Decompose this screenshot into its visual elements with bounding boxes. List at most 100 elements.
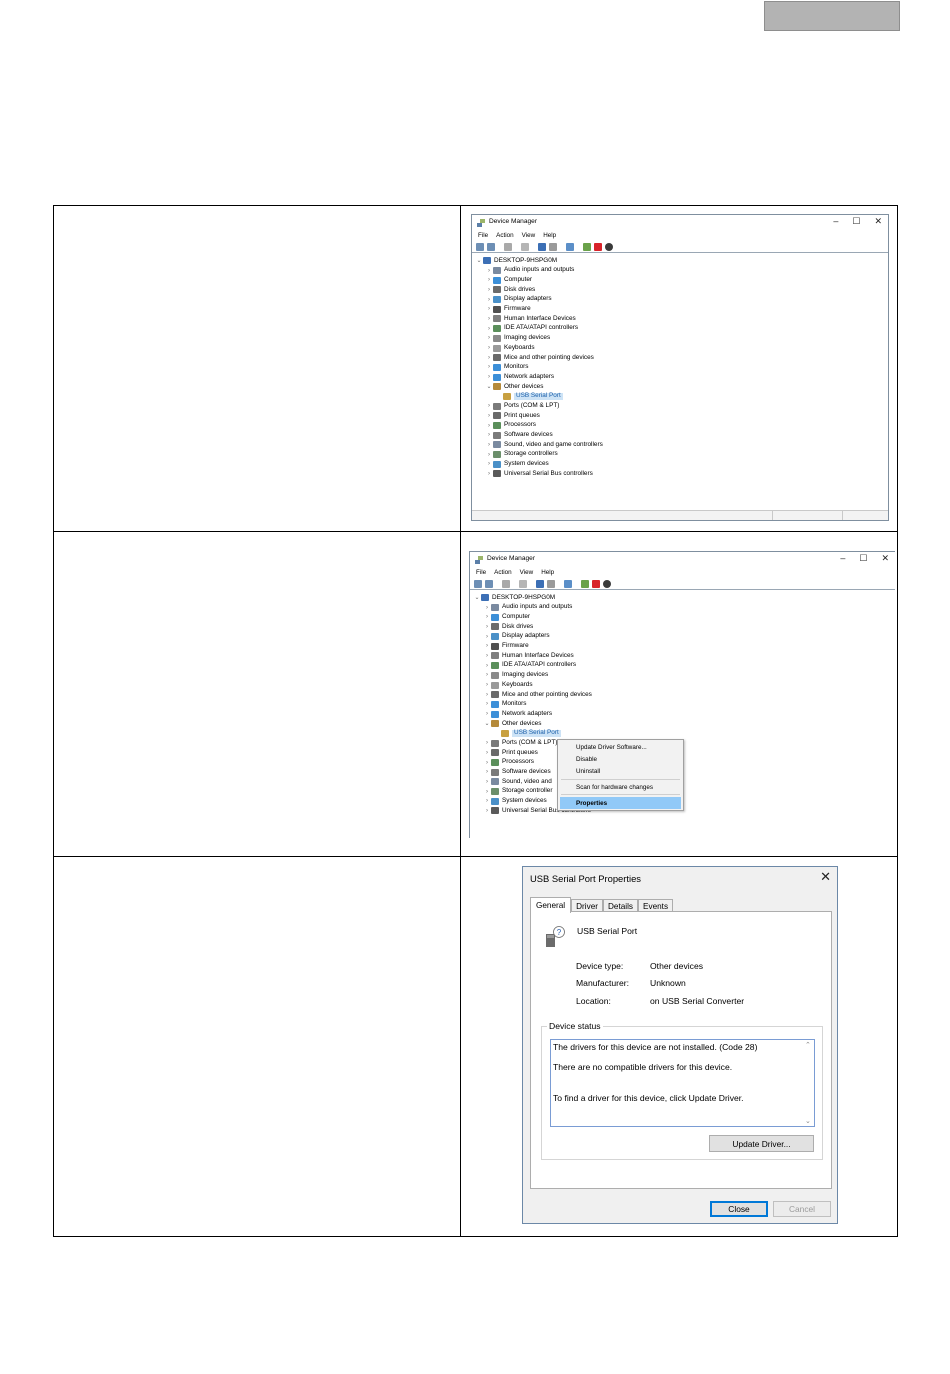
chevron-right-icon[interactable]: › bbox=[483, 740, 491, 746]
tree-category[interactable]: › Imaging devices bbox=[475, 334, 888, 344]
update-driver-icon[interactable] bbox=[581, 580, 589, 588]
minimize-icon[interactable]: – bbox=[833, 217, 838, 226]
chevron-right-icon[interactable]: › bbox=[485, 364, 493, 370]
chevron-right-icon[interactable]: › bbox=[485, 345, 493, 351]
menu-item-update-driver[interactable]: Update Driver Software... bbox=[576, 744, 647, 751]
chevron-right-icon[interactable]: › bbox=[485, 287, 493, 293]
chevron-right-icon[interactable]: › bbox=[483, 643, 491, 649]
menu-action[interactable]: Action bbox=[496, 232, 514, 239]
chevron-right-icon[interactable]: › bbox=[483, 779, 491, 785]
tree-category[interactable]: ⌄ Other devices bbox=[473, 719, 895, 729]
tree-category[interactable]: › Print queues bbox=[473, 748, 895, 758]
tree-category[interactable]: › Audio inputs and outputs bbox=[473, 603, 895, 613]
scan-hardware-icon[interactable] bbox=[564, 580, 572, 588]
cancel-button[interactable]: Cancel bbox=[773, 1201, 831, 1217]
forward-icon[interactable] bbox=[487, 243, 495, 251]
help-icon[interactable] bbox=[538, 243, 546, 251]
close-icon[interactable]: ✕ bbox=[820, 869, 831, 885]
chevron-right-icon[interactable]: › bbox=[483, 798, 491, 804]
tree-category[interactable]: › Print queues bbox=[475, 411, 888, 421]
tree-category[interactable]: › Computer bbox=[473, 612, 895, 622]
menu-help[interactable]: Help bbox=[543, 232, 556, 239]
tree-item-usb-serial-port[interactable]: USB Serial Port bbox=[475, 392, 888, 402]
tree-category[interactable]: › Universal Serial Bus controllers bbox=[473, 806, 895, 816]
tree-category[interactable]: › Software devices bbox=[475, 430, 888, 440]
chevron-right-icon[interactable]: › bbox=[485, 471, 493, 477]
scan-hardware-icon[interactable] bbox=[566, 243, 574, 251]
tree-category[interactable]: › IDE ATA/ATAPI controllers bbox=[473, 661, 895, 671]
tree-category[interactable]: ⌄ Other devices bbox=[475, 382, 888, 392]
chevron-right-icon[interactable]: › bbox=[485, 326, 493, 332]
menu-help[interactable]: Help bbox=[541, 569, 554, 576]
tree-category[interactable]: › Software devices bbox=[473, 767, 895, 777]
chevron-right-icon[interactable]: › bbox=[483, 769, 491, 775]
chevron-down-icon[interactable]: ⌄ bbox=[475, 258, 483, 264]
tab-general[interactable]: General bbox=[530, 897, 572, 913]
chevron-right-icon[interactable]: › bbox=[483, 701, 491, 707]
chevron-right-icon[interactable]: › bbox=[485, 461, 493, 467]
tree-category[interactable]: › Network adapters bbox=[473, 709, 895, 719]
tree-category[interactable]: › Keyboards bbox=[475, 343, 888, 353]
chevron-right-icon[interactable]: › bbox=[483, 614, 491, 620]
close-icon[interactable]: ✕ bbox=[874, 217, 882, 226]
device-status-text[interactable]: The drivers for this device are not inst… bbox=[550, 1039, 815, 1127]
forward-icon[interactable] bbox=[485, 580, 493, 588]
tree-category[interactable]: › Sound, video and game controllers bbox=[475, 440, 888, 450]
chevron-right-icon[interactable]: › bbox=[483, 750, 491, 756]
download-icon[interactable] bbox=[605, 243, 613, 251]
menu-action[interactable]: Action bbox=[494, 569, 512, 576]
tree-category[interactable]: › Display adapters bbox=[475, 295, 888, 305]
chevron-right-icon[interactable]: › bbox=[483, 808, 491, 814]
minimize-icon[interactable]: – bbox=[840, 554, 845, 563]
download-icon[interactable] bbox=[603, 580, 611, 588]
tree-category[interactable]: › Processors bbox=[475, 421, 888, 431]
tree-category[interactable]: › Ports (COM & LPT) bbox=[475, 401, 888, 411]
chevron-right-icon[interactable]: › bbox=[483, 624, 491, 630]
chevron-right-icon[interactable]: › bbox=[483, 682, 491, 688]
tree-category[interactable]: › System devices bbox=[473, 796, 895, 806]
chevron-right-icon[interactable]: › bbox=[485, 316, 493, 322]
tree-category[interactable]: › Imaging devices bbox=[473, 671, 895, 681]
tree-category[interactable]: › Human Interface Devices bbox=[473, 651, 895, 661]
chevron-right-icon[interactable]: › bbox=[483, 789, 491, 795]
tree-category[interactable]: › Firmware bbox=[475, 304, 888, 314]
menu-view[interactable]: View bbox=[520, 569, 534, 576]
chevron-right-icon[interactable]: › bbox=[483, 605, 491, 611]
close-button[interactable]: Close bbox=[710, 1201, 768, 1217]
tree-category[interactable]: › Mice and other pointing devices bbox=[473, 690, 895, 700]
tree-category[interactable]: › Universal Serial Bus controllers bbox=[475, 469, 888, 479]
tree-category[interactable]: › Storage controllers bbox=[475, 450, 888, 460]
show-hide-console-icon[interactable] bbox=[504, 243, 512, 251]
chevron-right-icon[interactable]: › bbox=[485, 297, 493, 303]
tree-category[interactable]: › Mice and other pointing devices bbox=[475, 353, 888, 363]
chevron-right-icon[interactable]: › bbox=[483, 653, 491, 659]
chevron-right-icon[interactable]: › bbox=[485, 403, 493, 409]
tree-category[interactable]: › IDE ATA/ATAPI controllers bbox=[475, 324, 888, 334]
chevron-right-icon[interactable]: › bbox=[483, 711, 491, 717]
maximize-icon[interactable]: ☐ bbox=[852, 217, 860, 226]
chevron-right-icon[interactable]: › bbox=[483, 634, 491, 640]
chevron-right-icon[interactable]: › bbox=[483, 692, 491, 698]
tree-category[interactable]: › Computer bbox=[475, 275, 888, 285]
properties-icon[interactable] bbox=[521, 243, 529, 251]
menu-item-disable[interactable]: Disable bbox=[576, 756, 597, 763]
uninstall-icon[interactable] bbox=[594, 243, 602, 251]
tree-category[interactable]: › Ports (COM & LPT) bbox=[473, 738, 895, 748]
view-icon[interactable] bbox=[547, 580, 555, 588]
tree-category[interactable]: › Monitors bbox=[475, 363, 888, 373]
chevron-right-icon[interactable]: › bbox=[483, 663, 491, 669]
show-hide-console-icon[interactable] bbox=[502, 580, 510, 588]
chevron-right-icon[interactable]: › bbox=[485, 442, 493, 448]
chevron-right-icon[interactable]: › bbox=[485, 452, 493, 458]
chevron-right-icon[interactable]: › bbox=[485, 374, 493, 380]
back-icon[interactable] bbox=[474, 580, 482, 588]
menu-file[interactable]: File bbox=[478, 232, 488, 239]
status-scrollbar[interactable]: ⌃ ⌄ bbox=[802, 1040, 814, 1126]
tree-category[interactable]: › Monitors bbox=[473, 700, 895, 710]
tree-category[interactable]: › Keyboards bbox=[473, 680, 895, 690]
menu-view[interactable]: View bbox=[522, 232, 536, 239]
menu-item-uninstall[interactable]: Uninstall bbox=[576, 768, 600, 775]
chevron-right-icon[interactable]: › bbox=[485, 432, 493, 438]
chevron-right-icon[interactable]: › bbox=[485, 268, 493, 274]
tree-category[interactable]: › Disk drives bbox=[473, 622, 895, 632]
